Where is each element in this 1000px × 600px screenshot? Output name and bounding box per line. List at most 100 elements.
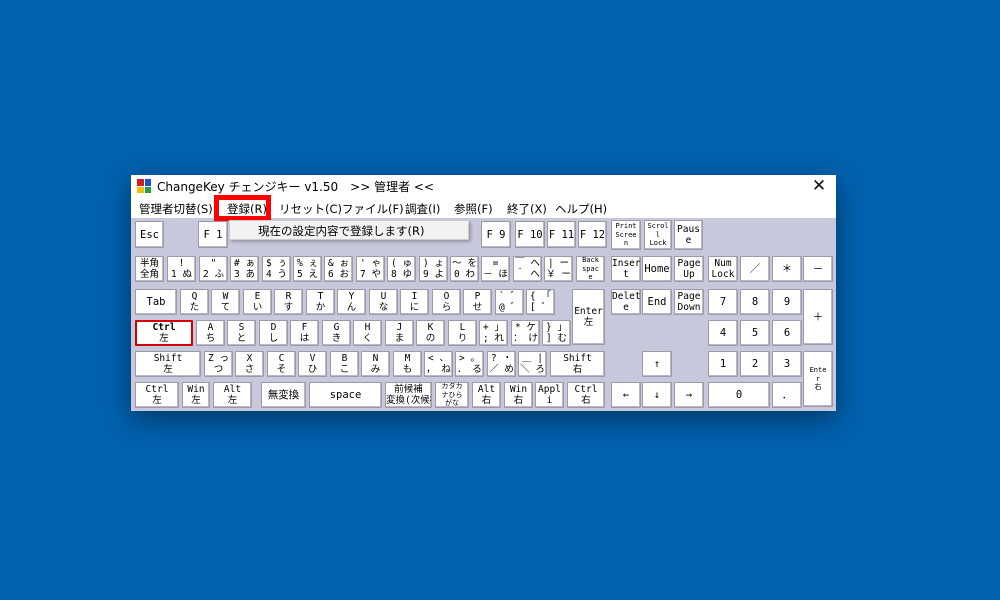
key-num-enter[interactable]: Ente r 右: [803, 351, 833, 407]
key-1[interactable]: ! 1 ぬ: [167, 256, 196, 282]
key-scroll-lock[interactable]: Scrol l Lock: [644, 220, 672, 250]
key-alt-left[interactable]: Alt 左: [213, 382, 252, 408]
key-esc[interactable]: Esc: [135, 221, 164, 248]
key-print-screen[interactable]: Print Scree n: [611, 220, 641, 250]
key-colon[interactable]: * ケ： け: [511, 320, 540, 346]
key-o[interactable]: Oら: [432, 289, 461, 315]
key-win-right[interactable]: Win 右: [504, 382, 533, 408]
key-num0[interactable]: 0: [708, 382, 770, 408]
key-j[interactable]: Jま: [385, 320, 414, 346]
key-num-plus[interactable]: ＋: [803, 289, 833, 345]
key-f1[interactable]: F 1: [198, 221, 228, 248]
key-arrow-right[interactable]: →: [674, 382, 704, 408]
key-num9[interactable]: 9: [772, 289, 802, 315]
key-insert[interactable]: Inser t: [611, 256, 641, 282]
key-3[interactable]: # ぁ3 あ: [230, 256, 259, 282]
key-ctrl-right[interactable]: Ctrl 右: [567, 382, 605, 408]
key-i[interactable]: Iに: [400, 289, 429, 315]
key-enter[interactable]: Enter 左: [572, 289, 605, 345]
key-num-star[interactable]: ＊: [772, 256, 802, 282]
key-w[interactable]: Wて: [211, 289, 240, 315]
menu-register[interactable]: 登録(R): [227, 201, 267, 217]
key-s[interactable]: Sと: [227, 320, 256, 346]
menu-help[interactable]: ヘルプ(H): [555, 201, 607, 217]
key-2[interactable]: " 2 ふ: [199, 256, 228, 282]
key-shift-left[interactable]: Shift 左: [135, 351, 201, 377]
key-muhenkan[interactable]: 無変換: [261, 382, 306, 408]
key-r[interactable]: Rす: [274, 289, 303, 315]
key-m[interactable]: Mも: [393, 351, 422, 377]
key-t[interactable]: Tか: [306, 289, 335, 315]
key-arrow-left[interactable]: ←: [611, 382, 641, 408]
key-y[interactable]: Yん: [337, 289, 366, 315]
menu-file[interactable]: ファイル(F): [342, 201, 404, 217]
key-4[interactable]: $ ぅ4 う: [262, 256, 291, 282]
key-end[interactable]: End: [642, 289, 672, 315]
key-period[interactable]: > 。． る: [455, 351, 484, 377]
key-henkan[interactable]: 前候補変換(次候補): [385, 382, 432, 408]
key-space[interactable]: space: [309, 382, 382, 408]
key-n[interactable]: Nみ: [361, 351, 390, 377]
key-num-period[interactable]: ．: [772, 382, 802, 408]
key-e[interactable]: Eい: [243, 289, 272, 315]
key-minus[interactable]: = － ほ: [481, 256, 510, 282]
key-c[interactable]: Cそ: [267, 351, 296, 377]
key-num-lock[interactable]: Num Lock: [708, 256, 738, 282]
key-f11[interactable]: F 11: [547, 221, 576, 248]
key-bracket-open[interactable]: { 「[ ゜: [526, 289, 555, 315]
menu-reset[interactable]: リセット(C): [279, 201, 342, 217]
key-x[interactable]: Xさ: [235, 351, 264, 377]
key-0[interactable]: ～ を0 わ: [450, 256, 479, 282]
key-b[interactable]: Bこ: [330, 351, 359, 377]
key-5[interactable]: % ぇ5 え: [293, 256, 322, 282]
key-9[interactable]: ) ょ9 よ: [419, 256, 448, 282]
key-bracket-close[interactable]: } 」] む: [542, 320, 571, 346]
key-num6[interactable]: 6: [772, 320, 802, 346]
key-comma[interactable]: < 、， ね: [424, 351, 453, 377]
key-slash[interactable]: ? ・／ め: [487, 351, 516, 377]
key-l[interactable]: Lり: [448, 320, 477, 346]
key-home[interactable]: Home: [642, 256, 672, 282]
key-page-down[interactable]: Page Down: [674, 289, 704, 315]
key-num8[interactable]: 8: [740, 289, 770, 315]
key-hankaku[interactable]: 半角 全角: [135, 256, 164, 282]
key-g[interactable]: Gき: [322, 320, 351, 346]
key-z[interactable]: Z っつ: [204, 351, 233, 377]
key-win-left[interactable]: Win 左: [182, 382, 210, 408]
key-backslash[interactable]: ＿ | ＼ ろ: [518, 351, 547, 377]
key-arrow-up[interactable]: ↑: [642, 351, 672, 377]
key-u[interactable]: Uな: [369, 289, 398, 315]
key-8[interactable]: ( ゅ8 ゆ: [387, 256, 416, 282]
key-a[interactable]: Aち: [196, 320, 225, 346]
key-q[interactable]: Qた: [180, 289, 209, 315]
key-apps[interactable]: Appl i: [535, 382, 564, 408]
key-arrow-down[interactable]: ↓: [642, 382, 672, 408]
key-f10[interactable]: F 10: [515, 221, 545, 248]
key-yen[interactable]: | ー ￥ ー: [544, 256, 573, 282]
key-num1[interactable]: 1: [708, 351, 738, 377]
menu-admin-switch[interactable]: 管理者切替(S): [139, 201, 213, 217]
menu-reference[interactable]: 参照(F): [454, 201, 493, 217]
key-f12[interactable]: F 12: [578, 221, 607, 248]
key-at[interactable]: ` ゛ @ ゛: [495, 289, 524, 315]
key-d[interactable]: Dし: [259, 320, 288, 346]
key-f9[interactable]: F 9: [481, 221, 511, 248]
close-button[interactable]: ✕: [802, 175, 836, 198]
key-num4[interactable]: 4: [708, 320, 738, 346]
key-f[interactable]: Fは: [290, 320, 319, 346]
key-num3[interactable]: 3: [772, 351, 802, 377]
key-6[interactable]: & ぉ6 お: [324, 256, 353, 282]
key-num5[interactable]: 5: [740, 320, 770, 346]
dropdown-register-current[interactable]: 現在の設定内容で登録します(R): [258, 223, 424, 239]
menu-investigate[interactable]: 調査(I): [405, 201, 440, 217]
key-p[interactable]: Pせ: [463, 289, 492, 315]
key-ctrl-left[interactable]: Ctrl 左: [135, 320, 193, 346]
key-tab[interactable]: Tab: [135, 289, 177, 315]
key-page-up[interactable]: Page Up: [674, 256, 704, 282]
key-backspace[interactable]: Back spac e: [576, 256, 605, 282]
key-pause[interactable]: Paus e: [674, 220, 703, 250]
key-k[interactable]: Kの: [416, 320, 445, 346]
key-num-minus[interactable]: －: [803, 256, 833, 282]
key-ctrl-left-2[interactable]: Ctrl 左: [135, 382, 179, 408]
key-kana[interactable]: カタカ ナひら がな: [435, 382, 469, 408]
